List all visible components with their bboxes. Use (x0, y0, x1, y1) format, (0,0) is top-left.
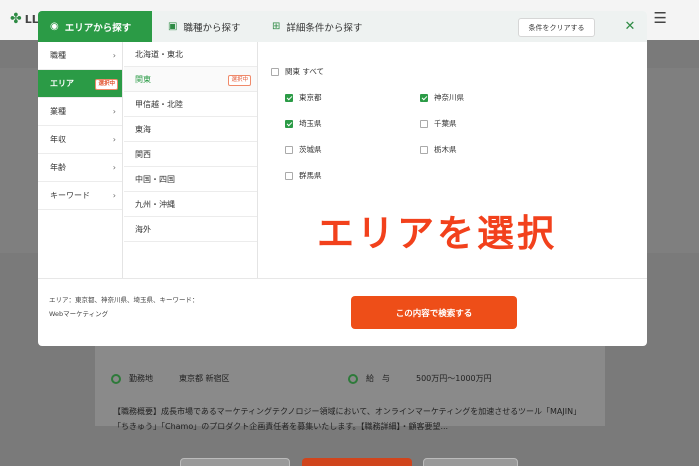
region-item[interactable]: 九州・沖縄 (124, 192, 257, 217)
checkbox-chiba[interactable]: 千葉県 (420, 118, 457, 129)
chevron-right-icon: › (112, 135, 116, 144)
location-label: 勤務地 (129, 374, 153, 383)
checkbox[interactable] (285, 171, 293, 180)
clover-icon: ✤ (10, 11, 22, 27)
checkbox[interactable] (420, 119, 428, 128)
briefcase-icon: ▣ (168, 21, 178, 32)
region-item[interactable]: 甲信越・北陸 (124, 92, 257, 117)
clear-conditions-button[interactable]: 条件をクリアする (518, 18, 595, 37)
search-modal: ◉ エリアから探す ▣ 職種から探す ⊞ 詳細条件から探す 条件をクリアする ✕… (38, 11, 647, 346)
checkbox-gunma[interactable]: 群馬県 (285, 170, 322, 181)
checkbox-kanto-all[interactable]: 関東 すべて (271, 66, 324, 77)
menu-icon[interactable]: ☰ (654, 9, 667, 27)
checkbox[interactable] (420, 145, 428, 154)
category-item-area[interactable]: エリア 選択中 (38, 70, 122, 98)
pin-icon: ◉ (50, 21, 59, 32)
chevron-right-icon: › (112, 163, 116, 172)
bg-button-right[interactable] (423, 458, 518, 466)
search-button[interactable]: この内容で検索する (351, 296, 517, 329)
region-item-kanto[interactable]: 関東 選択中 (124, 67, 257, 92)
checkbox-checked[interactable] (285, 119, 293, 128)
tab-detail[interactable]: ⊞ 詳細条件から探す (272, 11, 402, 42)
checkbox-checked[interactable] (420, 93, 428, 102)
salary-row: 給 与 500万円〜1000万円 (348, 373, 492, 384)
region-item[interactable]: 中国・四国 (124, 167, 257, 192)
selected-badge: 選択中 (228, 75, 251, 86)
checkbox-tokyo[interactable]: 東京都 (285, 92, 322, 103)
plus-folder-icon: ⊞ (272, 21, 281, 32)
close-icon[interactable]: ✕ (622, 18, 638, 35)
tab-bar: ◉ エリアから探す ▣ 職種から探す ⊞ 詳細条件から探す 条件をクリアする ✕ (38, 11, 647, 42)
region-item[interactable]: 関西 (124, 142, 257, 167)
location-row: 勤務地 東京都 新宿区 (111, 373, 230, 384)
salary-icon (348, 373, 358, 384)
region-item[interactable]: 北海道・東北 (124, 42, 257, 67)
annotation-text: エリアを選択 (317, 212, 557, 255)
category-item-age[interactable]: 年齢 › (38, 154, 122, 182)
category-list: 職種 › エリア 選択中 業種 › 年収 › 年齢 › キーワード › (38, 42, 123, 278)
location-value: 東京都 新宿区 (179, 374, 230, 383)
tab-job-type[interactable]: ▣ 職種から探す (168, 11, 278, 42)
selected-badge: 選択中 (95, 79, 118, 90)
bg-button-left[interactable] (180, 458, 290, 466)
salary-value: 500万円〜1000万円 (416, 374, 492, 383)
checkbox-checked[interactable] (285, 93, 293, 102)
region-list: 北海道・東北 関東 選択中 甲信越・北陸 東海 関西 中国・四国 九州・沖縄 海外 (124, 42, 258, 278)
checkbox-tochigi[interactable]: 栃木県 (420, 144, 457, 155)
tab-area[interactable]: ◉ エリアから探す (38, 11, 152, 42)
modal-footer: エリア：東京都、神奈川県、埼玉県、キーワード： Webマーケティング この内容で… (38, 278, 647, 346)
checkbox-ibaraki[interactable]: 茨城県 (285, 144, 322, 155)
category-item-job[interactable]: 職種 › (38, 42, 122, 70)
category-item-income[interactable]: 年収 › (38, 126, 122, 154)
location-icon (111, 373, 121, 384)
salary-label: 給 与 (366, 374, 390, 383)
category-item-keyword[interactable]: キーワード › (38, 182, 122, 210)
chevron-right-icon: › (112, 51, 116, 60)
checkbox[interactable] (285, 145, 293, 154)
selected-conditions: エリア：東京都、神奈川県、埼玉県、キーワード： Webマーケティング (49, 296, 199, 318)
bg-button-apply[interactable] (302, 458, 412, 466)
region-item[interactable]: 東海 (124, 117, 257, 142)
checkbox[interactable] (271, 67, 279, 76)
category-item-industry[interactable]: 業種 › (38, 98, 122, 126)
chevron-right-icon: › (112, 191, 116, 200)
job-description: 【職務概要】成長市場であるマーケティングテクノロジー領域において、オンラインマー… (113, 407, 582, 431)
chevron-right-icon: › (112, 107, 116, 116)
region-item[interactable]: 海外 (124, 217, 257, 242)
checkbox-saitama[interactable]: 埼玉県 (285, 118, 322, 129)
checkbox-kanagawa[interactable]: 神奈川県 (420, 92, 464, 103)
